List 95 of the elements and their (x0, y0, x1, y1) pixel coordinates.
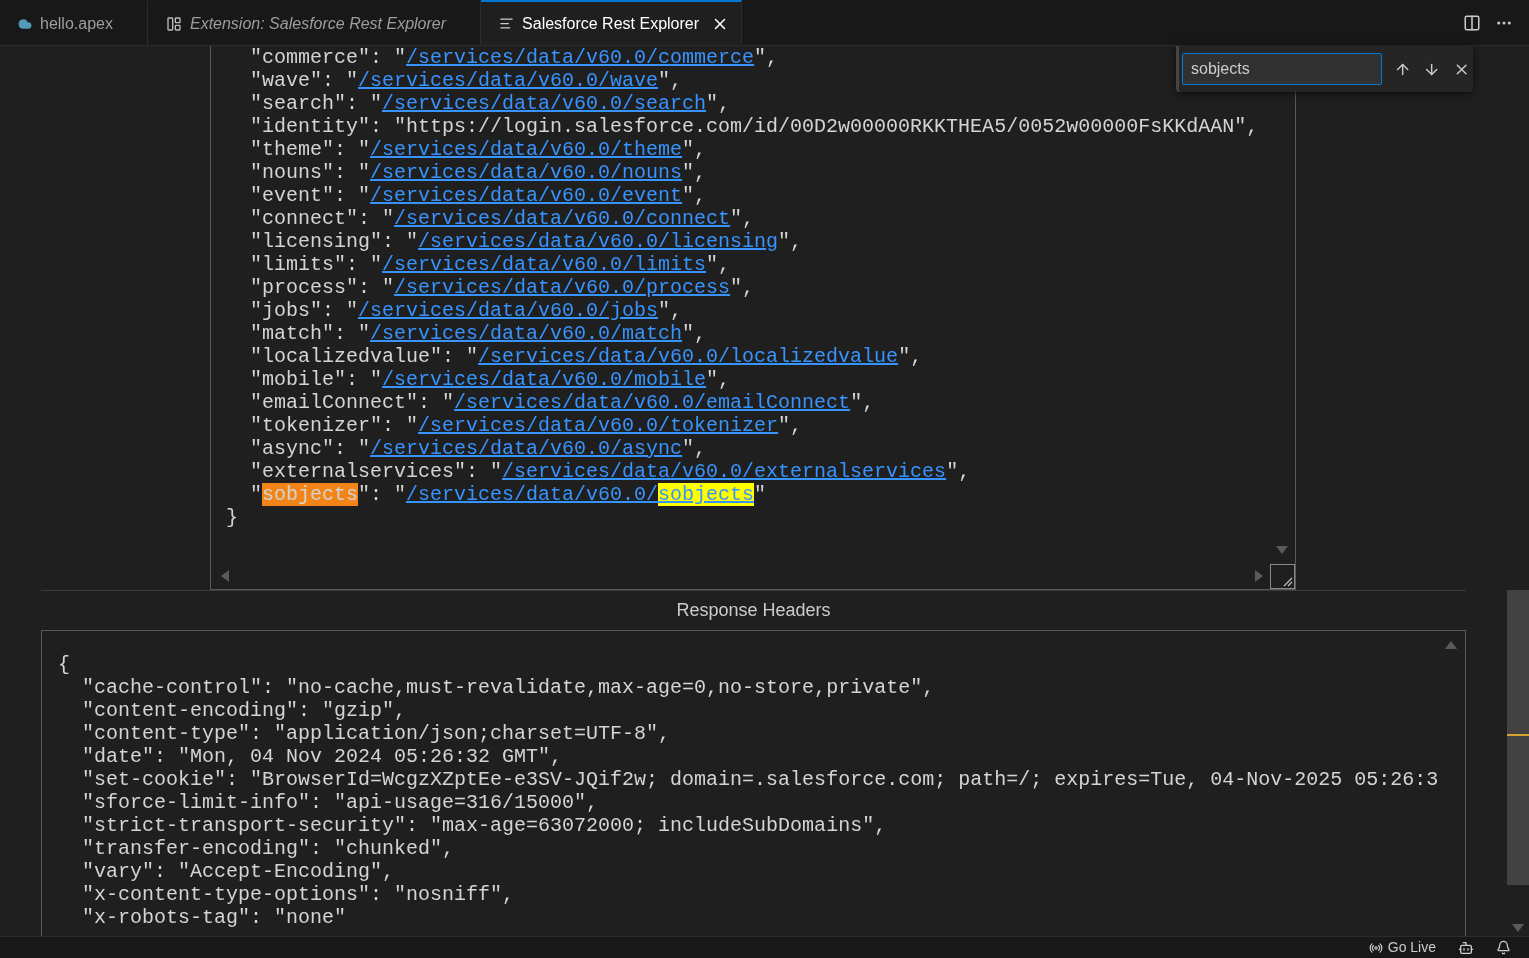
code-text: "mobile": " (249, 368, 383, 391)
code-text: "x-content-type-options": "nosniff", (81, 883, 515, 906)
code-text: "externalservices": " (249, 460, 503, 483)
link[interactable]: /services/data/v60.0/theme (370, 138, 683, 161)
link[interactable]: /services/data/v60.0/localizedvalue (478, 345, 899, 368)
code-text: "process": " (249, 276, 395, 299)
code-text: ", (730, 207, 755, 230)
code-text: "cache-control": "no-cache,must-revalidate,max-age=0,no-store,private", (81, 676, 935, 699)
code-text: ", (754, 46, 779, 69)
robot-icon[interactable] (1458, 939, 1474, 956)
code-text: "search": " (249, 92, 383, 115)
code-text: "tokenizer": " (249, 414, 419, 437)
code-text: ", (682, 138, 707, 161)
document-icon (499, 16, 515, 31)
scroll-arrow-icon[interactable] (1276, 546, 1288, 554)
link[interactable]: /services/data/v60.0/limits (382, 253, 707, 276)
code-text: "localizedvalue": " (249, 345, 479, 368)
code-text: "limits": " (249, 253, 383, 276)
code-text: "strict-transport-security": "max-age=63072000; includeSubDomains", (81, 814, 887, 837)
code-text: "commerce": " (249, 46, 407, 69)
link[interactable]: /services/data/v60.0/commerce (406, 46, 755, 69)
code-text: "licensing": " (249, 230, 419, 253)
code-text: { (58, 653, 70, 676)
code-text: "x-robots-tag": "none" (81, 906, 347, 929)
code-text: "content-type": "application/json;charset=UTF-8", (81, 722, 671, 745)
scroll-arrow-icon[interactable] (1255, 570, 1263, 582)
cloud-icon (18, 16, 32, 31)
link[interactable]: /services/data/v60.0/emailConnect (454, 391, 851, 414)
code-text: ", (682, 322, 707, 345)
link[interactable]: /services/data/v60.0/externalservices (502, 460, 947, 483)
code-text: ", (682, 184, 707, 207)
code-text: ", (706, 92, 731, 115)
code-text: ", (898, 345, 923, 368)
scroll-arrow-icon[interactable] (221, 570, 229, 582)
extensions-icon (165, 15, 182, 32)
code-text: ", (850, 391, 875, 414)
resize-handle-icon[interactable] (1270, 564, 1295, 589)
split-editor-icon[interactable] (1463, 13, 1481, 32)
code-text: ", (682, 437, 707, 460)
scroll-arrow-icon[interactable] (1512, 924, 1524, 932)
scroll-arrow-icon[interactable] (1445, 641, 1457, 649)
code-text: "emailConnect": " (249, 391, 455, 414)
code-text: ", (658, 69, 683, 92)
notifications-icon[interactable] (1496, 940, 1511, 955)
link[interactable]: /services/data/v60.0/nouns (370, 161, 683, 184)
code-text: "async": " (249, 437, 371, 460)
code-text: "event": " (249, 184, 371, 207)
code-text: "wave": " (249, 69, 359, 92)
code-text: ", (778, 414, 803, 437)
code-text: " (754, 483, 767, 506)
code-text: ", (706, 253, 731, 276)
code-text: "transfer-encoding": "chunked", (81, 837, 455, 860)
tab-label: hello.apex (40, 13, 114, 34)
code-text: ", (946, 460, 971, 483)
code-text: ", (778, 230, 803, 253)
link[interactable]: /services/data/v60.0/jobs (358, 299, 659, 322)
tab-label: Extension: Salesforce Rest Explorer (189, 13, 448, 34)
tab-label: Salesforce Rest Explorer (522, 13, 701, 34)
code-text: "nouns": " (249, 161, 371, 184)
code-text: ", (682, 161, 707, 184)
link[interactable]: /services/data/v60.0/process (394, 276, 731, 299)
link[interactable]: /services/data/v60.0/match (370, 322, 683, 345)
code-text: "sforce-limit-info": "api-usage=316/15000", (81, 791, 599, 814)
search-match[interactable]: sobjects (658, 483, 755, 506)
code-text: "jobs": " (249, 299, 359, 322)
link[interactable]: /services/data/v60.0/search (382, 92, 707, 115)
go-live-button[interactable]: Go Live (1368, 937, 1436, 958)
find-input[interactable]: sobjects (1182, 53, 1382, 85)
link[interactable]: /services/data/v60.0/licensing (418, 230, 779, 253)
section-title: Response Headers (676, 599, 831, 622)
link[interactable]: /services/data/v60.0/connect (394, 207, 731, 230)
link[interactable]: /services/data/v60.0/async (370, 437, 683, 460)
search-match: sobjects (262, 483, 359, 506)
code-text: ", (658, 299, 683, 322)
code-text: " (249, 483, 262, 506)
code-text: "theme": " (249, 138, 371, 161)
broadcast-icon (1368, 940, 1383, 955)
link[interactable]: /services/data/v60.0/ (406, 483, 659, 506)
code-text: "identity": "https://login.salesforce.com/id/00D2w00000RKKTHEA5/0052w00000FsKKdAAN", (249, 115, 1259, 138)
code-text: "connect": " (249, 207, 395, 230)
link[interactable]: /services/data/v60.0/mobile (382, 368, 707, 391)
link[interactable]: /services/data/v60.0/tokenizer (418, 414, 779, 437)
code-text: ", (730, 276, 755, 299)
editor-tab[interactable]: Salesforce Rest Explorer (481, 0, 743, 45)
code-text: "date": "Mon, 04 Nov 2024 05:26:32 GMT", (81, 745, 563, 768)
editor-tab[interactable]: hello.apex (0, 0, 148, 45)
code-text: ", (706, 368, 731, 391)
link[interactable]: /services/data/v60.0/wave (358, 69, 659, 92)
code-text: "vary": "Accept-Encoding", (81, 860, 395, 883)
code-text: "match": " (249, 322, 371, 345)
link[interactable]: /services/data/v60.0/event (370, 184, 683, 207)
code-text: "set-cookie": "BrowserId=WcgzXZptEe-e3SV-JQif2w; domain=.salesforce.com; path=/; expires=Tue, 04-Nov-2025 05:26:3 (81, 768, 1439, 791)
code-text: ": " (358, 483, 407, 506)
code-text: } (226, 506, 238, 529)
code-text: "content-encoding": "gzip", (81, 699, 407, 722)
